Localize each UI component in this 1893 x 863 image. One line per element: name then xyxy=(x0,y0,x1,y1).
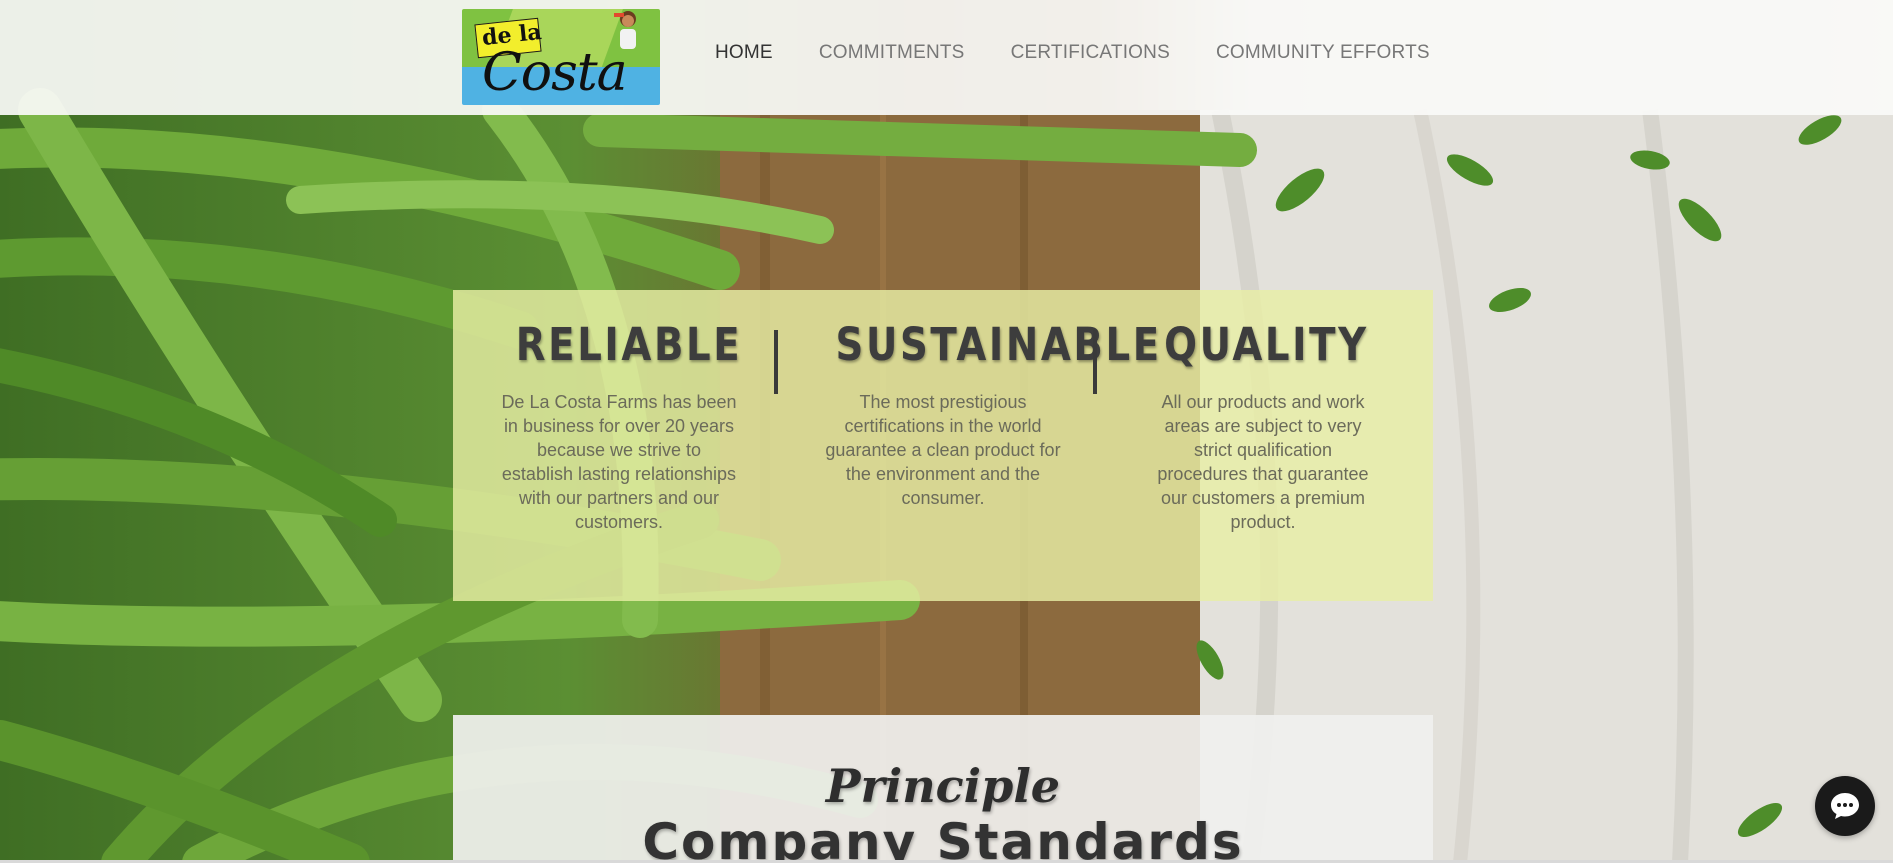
site-header: de la Costa HOME COMMITMENTS CERTIFICATI… xyxy=(0,0,1893,115)
value-sustainable: SUSTAINABLE The most prestigious certifi… xyxy=(818,318,1162,510)
column-divider xyxy=(774,330,778,394)
values-panel: RELIABLE De La Costa Farms has been in b… xyxy=(453,290,1433,601)
chat-button[interactable] xyxy=(1815,776,1875,836)
standards-panel: Principle Company Standards xyxy=(453,715,1433,863)
main-nav: HOME COMMITMENTS CERTIFICATIONS COMMUNIT… xyxy=(715,40,1430,66)
value-title-quality: QUALITY xyxy=(1164,318,1369,371)
value-title-reliable: RELIABLE xyxy=(515,318,743,371)
value-text-reliable: De La Costa Farms has been in business f… xyxy=(501,392,737,532)
nav-home[interactable]: HOME xyxy=(715,42,773,64)
value-title-sustainable: SUSTAINABLE xyxy=(835,318,1162,371)
nav-commitments[interactable]: COMMITMENTS xyxy=(819,42,965,64)
nav-community-efforts[interactable]: COMMUNITY EFFORTS xyxy=(1216,42,1430,64)
chat-bubble-icon xyxy=(1831,793,1859,819)
value-text-sustainable: The most prestigious certifications in t… xyxy=(825,392,1061,508)
logo-text-costa: Costa xyxy=(482,43,628,103)
farmer-woman-icon xyxy=(614,11,636,49)
standards-script-title: Principle xyxy=(825,759,1061,813)
de-la-costa-logo[interactable]: de la Costa xyxy=(462,9,660,105)
value-reliable: RELIABLE De La Costa Farms has been in b… xyxy=(499,318,739,534)
value-text-quality: All our products and work areas are subj… xyxy=(1157,392,1369,532)
value-quality: QUALITY All our products and work areas … xyxy=(1148,318,1378,534)
nav-certifications[interactable]: CERTIFICATIONS xyxy=(1011,42,1170,64)
column-divider xyxy=(1093,330,1097,394)
standards-title: Company Standards xyxy=(642,813,1244,863)
